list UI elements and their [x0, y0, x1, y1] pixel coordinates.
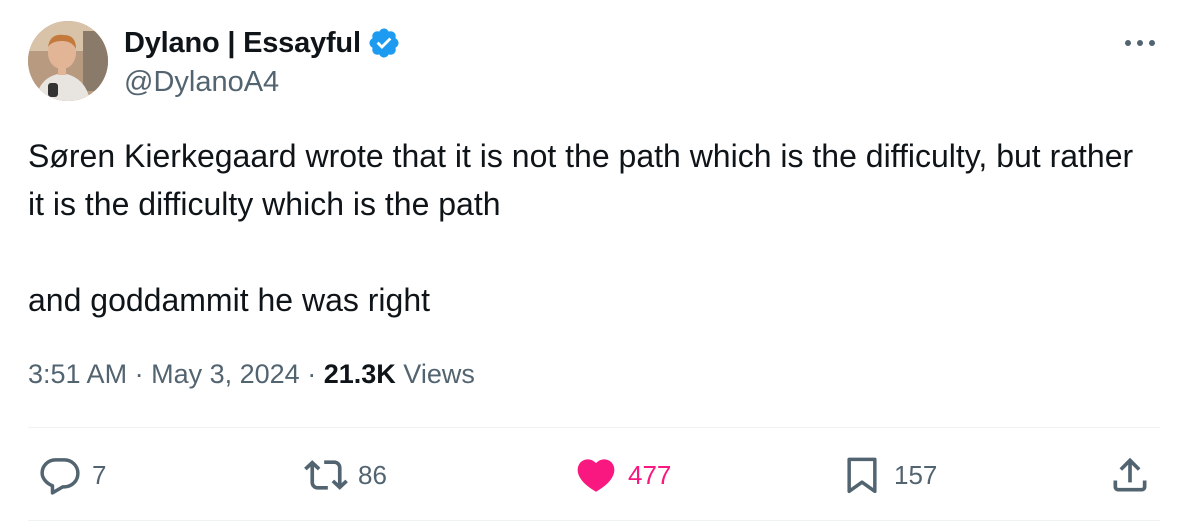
like-button[interactable]: 477 — [574, 451, 671, 499]
author-display-name[interactable]: Dylano | Essayful — [124, 25, 361, 61]
views-label: Views — [403, 359, 475, 389]
bookmark-icon — [840, 453, 884, 497]
author-name-row: Dylano | Essayful — [124, 25, 401, 61]
reply-button[interactable]: 7 — [38, 451, 106, 499]
avatar-photo — [28, 21, 108, 101]
tweet-paragraph: Søren Kierkegaard wrote that it is not t… — [28, 138, 1134, 222]
author-handle[interactable]: @DylanoA4 — [124, 64, 279, 100]
share-icon — [1108, 453, 1152, 497]
meta-separator: · — [134, 359, 144, 389]
tweet-paragraph: and goddammit he was right — [28, 282, 430, 318]
tweet-meta: 3:51 AM · May 3, 2024 · 21.3K Views — [28, 352, 475, 396]
tweet-text: Søren Kierkegaard wrote that it is not t… — [28, 132, 1158, 324]
like-count: 477 — [628, 460, 672, 490]
bookmark-count: 157 — [894, 460, 938, 490]
share-button[interactable] — [1108, 451, 1152, 499]
reply-icon — [38, 453, 82, 497]
divider — [28, 520, 1160, 521]
bookmark-button[interactable]: 157 — [840, 451, 937, 499]
tweet-date[interactable]: May 3, 2024 — [151, 359, 300, 389]
repost-count: 86 — [358, 460, 387, 490]
meta-separator: · — [307, 359, 317, 389]
views-count: 21.3K — [323, 359, 396, 389]
divider — [28, 427, 1160, 428]
reply-count: 7 — [92, 460, 107, 490]
avatar[interactable] — [28, 21, 108, 101]
repost-button[interactable]: 86 — [304, 451, 387, 499]
more-horizontal-icon[interactable] — [1120, 28, 1160, 58]
tweet-time[interactable]: 3:51 AM — [28, 359, 127, 389]
repost-icon — [304, 453, 348, 497]
heart-icon — [574, 453, 618, 497]
verified-badge-icon[interactable] — [367, 26, 401, 60]
